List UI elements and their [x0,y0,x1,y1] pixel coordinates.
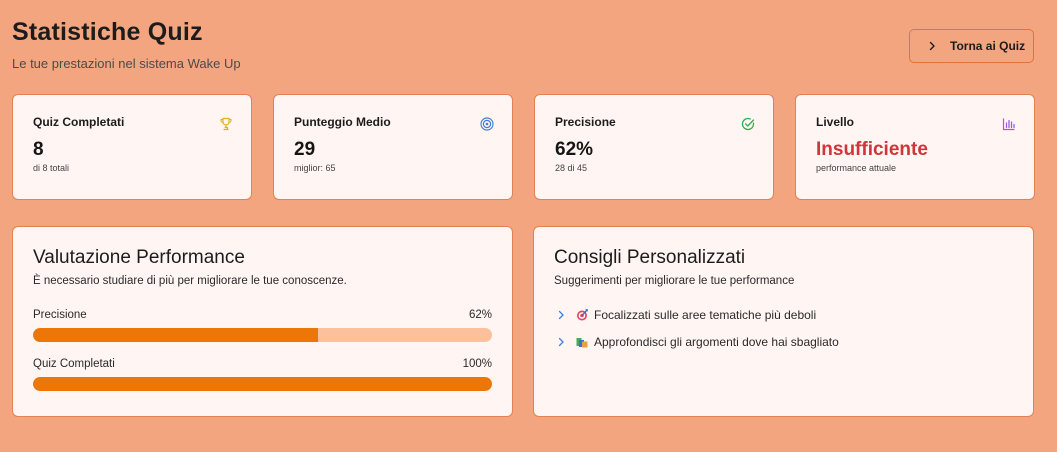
metric-quiz-completati: Quiz Completati 100% [33,358,492,391]
panel-title: Consigli Personalizzati [554,247,746,268]
advice-list: Focalizzati sulle aree tematiche più deb… [554,308,1013,349]
performance-panel: Valutazione Performance È necessario stu… [12,226,513,417]
stat-subtext: di 8 totali [33,163,70,173]
stat-subtext: performance attuale [816,163,897,173]
list-item-text: Focalizzati sulle aree tematiche più deb… [594,308,817,322]
chevron-right-icon [556,310,566,320]
metric-label: Precisione [33,309,87,321]
page-header: Statistiche Quiz Le tue prestazioni nel … [12,18,241,71]
back-button-label: Torna ai Quiz [950,39,1026,53]
advice-panel: Consigli Personalizzati Suggerimenti per… [533,226,1034,417]
bar-chart-icon [1002,117,1016,131]
stat-value: 8 [33,139,44,160]
stat-subtext: miglior: 65 [294,163,336,173]
metric-label: Quiz Completati [33,358,115,370]
panel-description: È necessario studiare di più per miglior… [33,275,347,287]
panel-title: Valutazione Performance [33,247,245,268]
dart-target-icon [576,309,588,321]
progress-track [33,377,492,391]
metric-percent: 62% [468,309,492,321]
chevron-right-icon [556,337,566,347]
panel-description: Suggerimenti per migliorare le tue perfo… [554,275,795,287]
metric-percent: 100% [462,358,492,370]
trophy-icon [219,117,233,131]
stat-title: Quiz Completati [33,115,125,129]
page-subtitle: Le tue prestazioni nel sistema Wake Up [12,56,241,71]
stats-page: Statistiche Quiz Le tue prestazioni nel … [0,0,1057,452]
stat-card-livello: Livello Insufficiente performance attual… [795,94,1035,200]
stat-card-precisione: Precisione 62% 28 di 45 [534,94,774,200]
progress-fill [33,377,492,391]
stats-cards: Quiz Completati 8 di 8 totali Punteggio … [12,94,1035,200]
books-icon [576,336,588,348]
stat-title: Punteggio Medio [294,115,391,129]
page-title: Statistiche Quiz [12,18,203,46]
stat-value: 29 [294,139,316,160]
list-item: Approfondisci gli argomenti dove hai sba… [554,335,1013,349]
check-circle-icon [741,117,755,131]
target-icon [480,117,494,131]
progress-track [33,328,492,342]
stat-value: 62% [555,139,594,160]
progress-fill [33,328,318,342]
stat-subtext: 28 di 45 [555,163,588,173]
stat-value: Insufficiente [816,139,928,160]
stat-card-quiz-completati: Quiz Completati 8 di 8 totali [12,94,252,200]
chevron-right-icon [926,40,938,52]
back-to-quiz-button[interactable]: Torna ai Quiz [909,29,1034,63]
stat-title: Livello [816,115,855,129]
list-item-text: Approfondisci gli argomenti dove hai sba… [594,335,839,349]
metric-precisione: Precisione 62% [33,309,492,342]
stat-title: Precisione [555,115,616,129]
stat-card-punteggio-medio: Punteggio Medio 29 miglior: 65 [273,94,513,200]
list-item: Focalizzati sulle aree tematiche più deb… [554,308,1013,322]
